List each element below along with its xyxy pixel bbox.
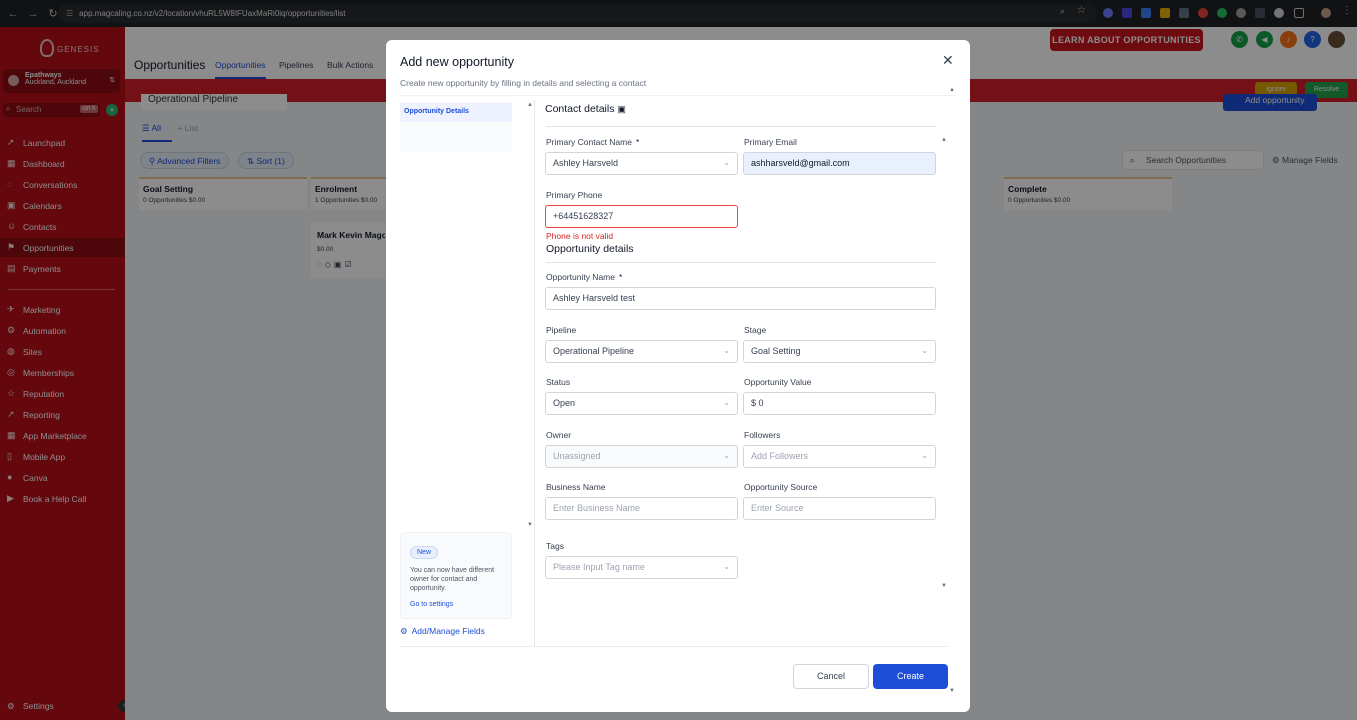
opportunity-value-input[interactable]: $ 0 [743,392,936,415]
modal-scroll-up-icon[interactable]: ▲ [949,87,955,93]
primary-phone-label: Primary Phone [546,190,603,200]
chevron-down-icon: ⌄ [723,158,730,167]
primary-phone-value: +64451628327 [553,211,614,221]
followers-label: Followers [744,430,781,440]
contact-card-icon: ▣ [617,104,626,114]
scroll-up-icon[interactable]: ▲ [527,102,533,108]
chevron-down-icon: ⌄ [723,451,730,460]
owner-select[interactable]: Unassigned ⌄ [545,445,738,468]
chevron-down-icon: ⌄ [723,398,730,407]
opportunity-details-heading: Opportunity details [546,243,634,255]
chevron-down-icon: ⌄ [921,346,928,355]
chevron-down-icon: ⌄ [723,346,730,355]
primary-phone-field[interactable]: +64451628327 [545,205,738,228]
modal-scroll-down-icon[interactable]: ▼ [949,688,955,694]
primary-contact-label-text: Primary Contact Name [546,137,632,147]
stage-label: Stage [744,325,767,335]
primary-contact-value: Ashley Harsveld [553,158,619,168]
footer-divider [400,646,948,647]
required-mark: * [635,137,640,147]
modal-title: Add new opportunity [400,55,514,69]
owner-placeholder: Unassigned [553,451,601,461]
new-feature-text: You can now have different owner for con… [410,567,495,592]
modal-subtitle: Create new opportunity by filling in det… [400,78,647,88]
phone-error-message: Phone is not valid [546,231,614,241]
primary-email-value: ashharsveld@gmail.com [751,158,850,168]
opportunity-value-label: Opportunity Value [744,377,812,387]
primary-contact-label: Primary Contact Name * [546,137,639,147]
left-panel-divider [534,100,535,646]
new-badge: New [410,546,439,559]
stage-value: Goal Setting [751,346,801,356]
section-divider [546,126,936,127]
stage-select[interactable]: Goal Setting ⌄ [743,340,936,363]
pipeline-label: Pipeline [546,325,577,335]
opportunity-name-label-text: Opportunity Name [546,272,615,282]
opportunity-source-label: Opportunity Source [744,482,818,492]
contact-details-heading: Contact details ▣ [545,103,626,115]
go-to-settings-link[interactable]: Go to settings [410,601,502,608]
section-divider [546,262,936,263]
primary-email-label: Primary Email [744,137,797,147]
chevron-down-icon: ⌄ [723,562,730,571]
opportunity-value-value: $ 0 [751,398,764,408]
pipeline-select[interactable]: Operational Pipeline ⌄ [545,340,738,363]
status-select[interactable]: Open ⌄ [545,392,738,415]
business-name-placeholder: Enter Business Name [553,503,641,513]
status-label: Status [546,377,571,387]
add-manage-fields-link[interactable]: ⚙ Add/Manage Fields [400,626,485,637]
primary-contact-select[interactable]: Ashley Harsveld ⌄ [545,152,738,175]
cancel-button[interactable]: Cancel [793,664,869,689]
close-icon[interactable]: ✕ [942,52,954,69]
owner-label: Owner [546,430,572,440]
header-divider [400,95,956,96]
create-button[interactable]: Create [873,664,948,689]
opportunity-name-value: Ashley Harsveld test [553,293,636,303]
required-mark: * [618,272,623,282]
new-feature-card: New You can now have different owner for… [400,532,512,619]
tags-placeholder: Please Input Tag name [553,562,645,572]
primary-email-field[interactable]: ashharsveld@gmail.com [743,152,936,175]
opportunity-source-placeholder: Enter Source [751,503,804,513]
opportunity-name-label: Opportunity Name * [546,272,622,282]
followers-select[interactable]: Add Followers ⌄ [743,445,936,468]
opportunity-name-input[interactable]: Ashley Harsveld test [545,287,936,310]
content-scroll-up-icon[interactable]: ▲ [941,137,947,143]
followers-placeholder: Add Followers [751,451,809,461]
tags-label: Tags [546,541,564,551]
scroll-down-icon[interactable]: ▼ [527,522,533,528]
tags-select[interactable]: Please Input Tag name ⌄ [545,556,738,579]
opportunity-source-input[interactable]: Enter Source [743,497,936,520]
add-manage-fields-label: Add/Manage Fields [411,626,485,636]
tab-opportunity-details[interactable]: Opportunity Details [400,103,512,122]
status-value: Open [553,398,576,408]
business-name-input[interactable]: Enter Business Name [545,497,738,520]
business-name-label: Business Name [546,482,606,492]
chevron-down-icon: ⌄ [921,451,928,460]
pipeline-value: Operational Pipeline [553,346,635,356]
add-opportunity-modal: Add new opportunity Create new opportuni… [386,40,970,712]
content-scroll-down-icon[interactable]: ▼ [941,583,947,589]
settings-icon: ⚙ [400,626,408,636]
contact-details-title: Contact details [545,103,615,115]
